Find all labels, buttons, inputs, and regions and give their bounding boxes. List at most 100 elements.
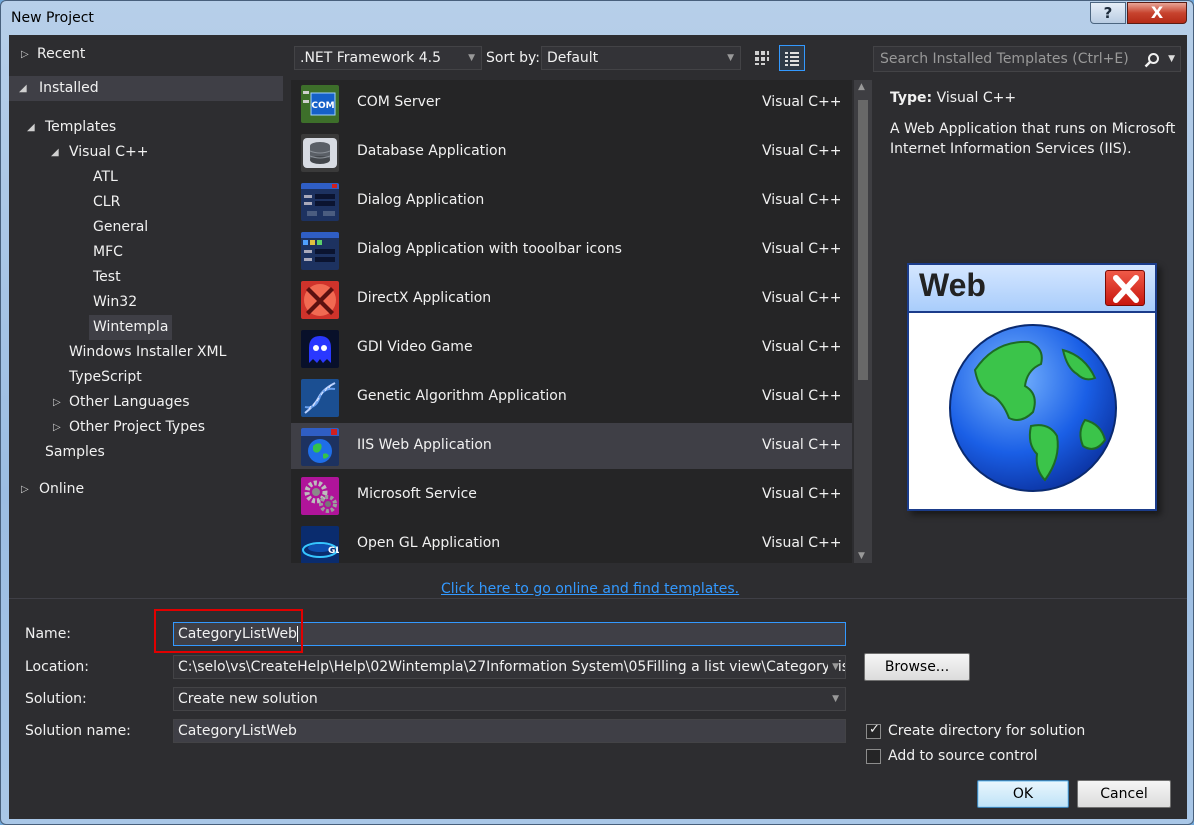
template-list: COM COM Server Visual C++ Database Appli… — [291, 80, 852, 563]
close-button[interactable]: X — [1127, 2, 1187, 24]
template-description: A Web Application that runs on Microsoft… — [890, 121, 1176, 157]
solution-name-input[interactable]: CategoryListWeb — [173, 719, 846, 743]
solution-select[interactable]: Create new solution ▼ — [173, 687, 846, 711]
tree-item-visual-cpp[interactable]: ◢ Visual C++ — [47, 140, 283, 165]
sort-label: Sort by: — [486, 50, 541, 66]
tree-item-mfc[interactable]: MFC — [93, 240, 123, 265]
chevron-down-icon: ▼ — [727, 53, 734, 63]
ghost-icon — [301, 330, 339, 368]
template-name: GDI Video Game — [357, 339, 473, 355]
source-control-checkbox[interactable] — [866, 749, 881, 764]
scroll-down-icon[interactable]: ▼ — [858, 551, 865, 561]
scroll-thumb[interactable] — [858, 100, 868, 380]
preview-title-bar: Web — [909, 265, 1155, 313]
tree-item-general[interactable]: General — [93, 215, 148, 240]
template-name: Open GL Application — [357, 535, 501, 551]
tree-item-windows-installer[interactable]: Windows Installer XML — [69, 340, 226, 365]
small-icons-view-button[interactable] — [749, 45, 775, 71]
sort-select[interactable]: Default ▼ — [541, 46, 741, 70]
template-row[interactable]: Database Application Visual C++ — [291, 129, 852, 175]
tree-item-wintempla[interactable]: Wintempla — [89, 315, 173, 340]
scroll-up-icon[interactable]: ▲ — [858, 82, 865, 92]
collapse-icon: ◢ — [27, 122, 35, 133]
chevron-down-icon[interactable]: ▼ — [1168, 47, 1175, 71]
location-input[interactable]: C:\selo\vs\CreateHelp\Help\02Wintempla\2… — [173, 655, 846, 679]
template-row[interactable]: GDI Video Game Visual C++ — [291, 325, 852, 371]
expand-icon: ▷ — [53, 422, 61, 433]
template-language: Visual C++ — [762, 535, 842, 551]
template-name: DirectX Application — [357, 290, 492, 306]
framework-value: .NET Framework 4.5 — [300, 50, 441, 66]
solution-name-value: CategoryListWeb — [178, 723, 297, 739]
tree-label: Visual C++ — [69, 144, 149, 160]
template-name: Genetic Algorithm Application — [357, 388, 567, 404]
details-view-button[interactable] — [779, 45, 805, 71]
framework-select[interactable]: .NET Framework 4.5 ▼ — [294, 46, 482, 70]
create-directory-label: Create directory for solution — [888, 723, 1086, 739]
search-icon[interactable] — [1144, 52, 1160, 68]
template-preview-image: Web — [907, 263, 1157, 511]
solution-label: Solution: — [25, 691, 87, 707]
tree-item-atl[interactable]: ATL — [93, 165, 118, 190]
online-templates-link[interactable]: Click here to go online and find templat… — [441, 581, 739, 597]
tree-label: Other Project Types — [69, 419, 206, 435]
dialog-toolbar-icon — [301, 232, 339, 270]
svg-text:GL: GL — [328, 546, 339, 556]
template-language: Visual C++ — [762, 339, 842, 355]
type-label: Type: — [890, 90, 933, 106]
template-name: Dialog Application — [357, 192, 485, 208]
tree-label: Installed — [39, 80, 99, 96]
solution-name-label: Solution name: — [25, 723, 131, 739]
template-row-selected[interactable]: IIS Web Application Visual C++ — [291, 423, 852, 469]
template-language: Visual C++ — [762, 143, 842, 159]
template-row[interactable]: Dialog Application Visual C++ — [291, 178, 852, 224]
gears-icon — [301, 477, 339, 515]
template-name: COM Server — [357, 94, 441, 110]
tree-item-test[interactable]: Test — [93, 265, 121, 290]
template-row[interactable]: COM COM Server Visual C++ — [291, 80, 852, 126]
highlight-box — [154, 609, 303, 653]
template-language: Visual C++ — [762, 486, 842, 502]
tree-item-other-project-types[interactable]: ▷ Other Project Types — [47, 415, 283, 440]
tree-item-typescript[interactable]: TypeScript — [69, 365, 142, 390]
template-name: IIS Web Application — [357, 437, 492, 453]
expand-icon: ▷ — [53, 397, 61, 408]
dialog-client: ▷ Recent ◢ Installed ◢ Templates ◢ Visua… — [9, 35, 1187, 819]
template-row[interactable]: Dialog Application with tooolbar icons V… — [291, 227, 852, 273]
tree-item-templates[interactable]: ◢ Templates — [23, 115, 283, 140]
template-row[interactable]: Microsoft Service Visual C++ — [291, 472, 852, 518]
grid-view-icon — [755, 51, 769, 65]
template-row[interactable]: DirectX Application Visual C++ — [291, 276, 852, 322]
create-directory-checkbox[interactable]: ✓ — [866, 722, 881, 739]
tree-item-online[interactable]: ▷ Online — [15, 477, 283, 502]
tree-item-win32[interactable]: Win32 — [93, 290, 137, 315]
tree-label: Online — [39, 481, 85, 497]
tree-item-other-languages[interactable]: ▷ Other Languages — [47, 390, 283, 415]
tree-item-samples[interactable]: Samples — [45, 440, 105, 465]
tree-item-recent[interactable]: ▷ Recent — [15, 42, 283, 67]
template-list-scrollbar[interactable]: ▲ ▼ — [854, 80, 872, 563]
dna-icon — [301, 379, 339, 417]
template-row[interactable]: Genetic Algorithm Application Visual C++ — [291, 374, 852, 420]
globe-illustration — [949, 324, 1117, 492]
tree-item-clr[interactable]: CLR — [93, 190, 120, 215]
ok-button[interactable]: OK — [977, 780, 1069, 808]
template-row[interactable]: GL Open GL Application Visual C++ — [291, 521, 852, 563]
chevron-down-icon[interactable]: ▼ — [828, 656, 839, 678]
tree-item-installed[interactable]: ◢ Installed — [9, 76, 283, 101]
browse-button[interactable]: Browse... — [864, 653, 970, 681]
tree-label: Recent — [37, 46, 86, 62]
template-name: Database Application — [357, 143, 507, 159]
checkmark-icon: ✓ — [869, 722, 880, 737]
template-language: Visual C++ — [762, 388, 842, 404]
title-bar[interactable]: New Project ? X — [1, 1, 1193, 35]
cancel-button[interactable]: Cancel — [1077, 780, 1171, 808]
tree-label: Templates — [45, 119, 117, 135]
list-view-icon — [785, 52, 799, 66]
help-button[interactable]: ? — [1090, 2, 1126, 24]
search-input[interactable]: Search Installed Templates (Ctrl+E) ▼ — [873, 46, 1181, 72]
com-server-icon: COM — [301, 85, 339, 123]
chevron-down-icon[interactable]: ▼ — [828, 688, 839, 710]
search-placeholder: Search Installed Templates (Ctrl+E) — [880, 51, 1129, 67]
new-project-dialog: New Project ? X ▷ Recent ◢ Installed ◢ T… — [0, 0, 1194, 825]
